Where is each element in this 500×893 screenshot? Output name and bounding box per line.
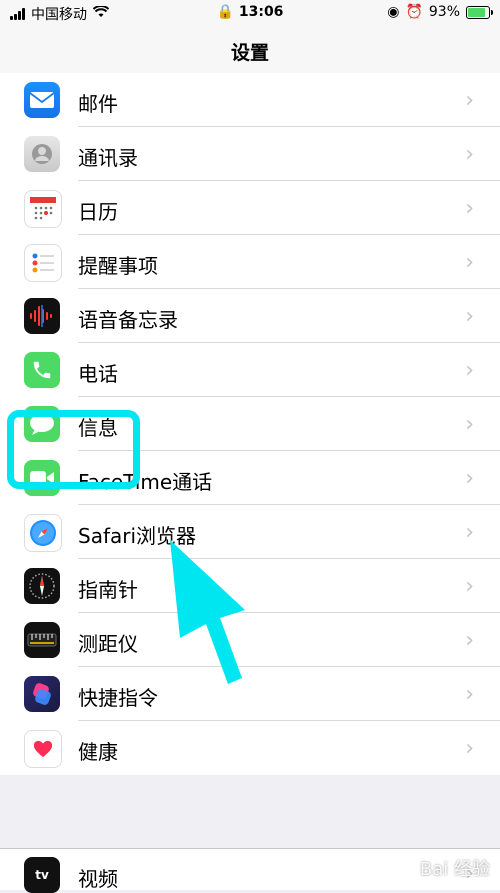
calendar-icon: [24, 190, 62, 228]
chevron-right-icon: ›: [465, 574, 474, 599]
chevron-right-icon: ›: [465, 736, 474, 761]
settings-row-voice-memos[interactable]: 语音备忘录 ›: [0, 289, 500, 343]
settings-row-label: 视频: [78, 867, 118, 891]
settings-row-label: 邮件: [78, 92, 118, 116]
settings-row-contacts[interactable]: 通讯录 ›: [0, 127, 500, 181]
chevron-right-icon: ›: [465, 88, 474, 113]
navigation-bar: 设置: [0, 26, 500, 79]
chevron-right-icon: ›: [465, 358, 474, 383]
settings-row-phone[interactable]: 电话 ›: [0, 343, 500, 397]
mail-icon: [24, 82, 60, 118]
chevron-right-icon: ›: [465, 520, 474, 545]
settings-row-label: 通讯录: [78, 146, 138, 170]
watermark-logo: Bai 经验: [419, 859, 490, 880]
time-label: 13:06: [238, 4, 284, 20]
settings-row-label: 日历: [78, 200, 118, 224]
chevron-right-icon: ›: [465, 196, 474, 221]
rotation-lock-icon: ◉: [387, 4, 400, 20]
highlight-box: [7, 410, 140, 489]
reminders-icon: [24, 244, 62, 282]
alarm-icon: ⏰: [405, 4, 423, 20]
settings-row-label: 测距仪: [78, 632, 138, 656]
settings-row-label: 提醒事项: [78, 254, 158, 278]
pointer-arrow-icon: [170, 540, 245, 684]
settings-row-reminders[interactable]: 提醒事项 ›: [0, 235, 500, 289]
apple-tv-icon: tv: [24, 857, 60, 893]
chevron-right-icon: ›: [465, 250, 474, 275]
settings-row-calendar[interactable]: 日历 ›: [0, 181, 500, 235]
settings-row-label: 健康: [78, 740, 118, 764]
chevron-right-icon: ›: [465, 304, 474, 329]
settings-row-health[interactable]: 健康 ›: [0, 721, 500, 775]
settings-row-label: 指南针: [78, 578, 138, 602]
voice-memos-icon: [24, 298, 60, 334]
battery-icon: [466, 5, 493, 19]
lock-icon: 🔒: [216, 4, 234, 20]
chevron-right-icon: ›: [465, 142, 474, 167]
contacts-icon: [24, 136, 60, 172]
shortcuts-icon: [24, 676, 60, 712]
status-bar: 中国移动 🔒 13:06 ◉ ⏰ 93%: [0, 0, 500, 26]
chevron-right-icon: ›: [465, 628, 474, 653]
chevron-right-icon: ›: [465, 412, 474, 437]
chevron-right-icon: ›: [465, 466, 474, 491]
measure-icon: [24, 622, 60, 658]
health-heart-icon: [24, 730, 62, 768]
tv-icon-text: tv: [35, 868, 49, 882]
settings-row-label: 电话: [78, 362, 118, 386]
settings-row-label: 语音备忘录: [78, 308, 178, 332]
chevron-right-icon: ›: [465, 682, 474, 707]
safari-icon: [24, 514, 62, 552]
battery-percent: 93%: [428, 4, 460, 20]
phone-icon: [24, 352, 60, 388]
settings-row-mail[interactable]: 邮件 ›: [0, 73, 500, 127]
compass-icon: [24, 568, 60, 604]
settings-row-label: 快捷指令: [78, 686, 158, 710]
page-title: 设置: [230, 42, 269, 64]
